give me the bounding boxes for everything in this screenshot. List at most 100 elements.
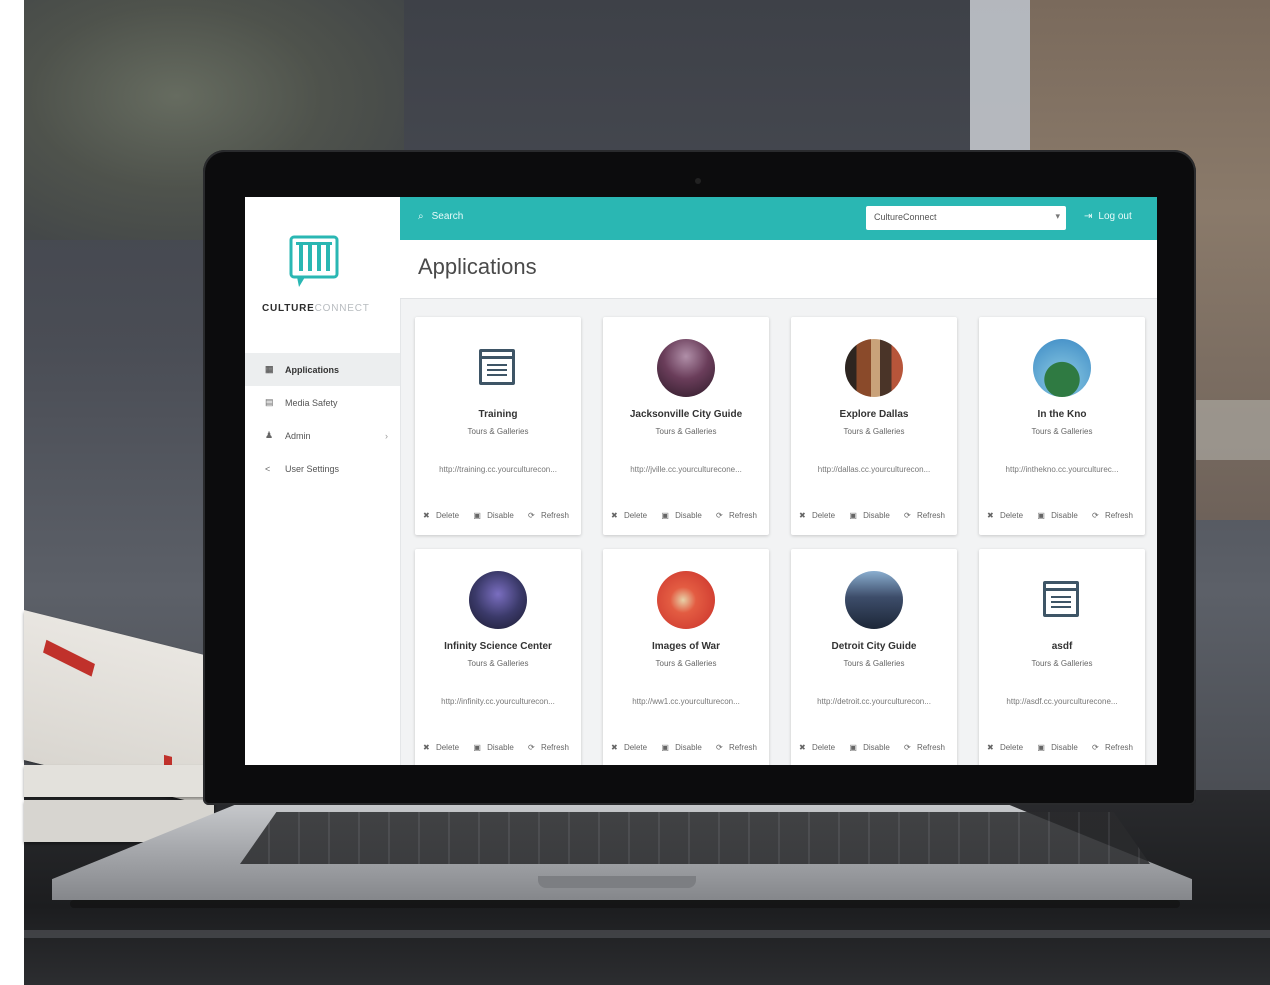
disable-button[interactable]: ▣ Disable [849,743,893,752]
app-thumbnail [845,571,903,629]
logout-button[interactable]: ⇥ Log out [1084,211,1132,222]
delete-button[interactable]: ✖ Delete [987,511,1027,520]
app-actions: ✖ Delete ▣ Disable ⟳ Refresh [603,511,769,520]
refresh-button[interactable]: ⟳ Refresh [716,743,761,752]
app-thumbnail [845,339,903,397]
sidebar-nav: ▦ Applications ▤ Media Safety ♟ Admin › … [245,353,400,485]
app-card[interactable]: Images of War Tours & Galleries http://w… [603,549,769,765]
chevron-down-icon: ▾ [1055,211,1060,221]
app-url-link[interactable]: http://detroit.cc.yourculturecon... [803,697,945,706]
app-actions: ✖ Delete ▣ Disable ⟳ Refresh [603,743,769,752]
sidebar-item-label: Applications [285,364,340,375]
app-card[interactable]: asdf Tours & Galleries http://asdf.cc.yo… [979,549,1145,765]
top-bar: ⌕ Search CultureConnect ▾ ⇥ Log out [400,197,1157,240]
disable-button[interactable]: ▣ Disable [473,743,517,752]
app-type: Tours & Galleries [655,427,717,436]
image-icon: ▤ [265,397,274,407]
refresh-button[interactable]: ⟳ Refresh [904,511,949,520]
app-title: Explore Dallas [839,409,909,420]
app-type: Tours & Galleries [843,427,905,436]
disable-button[interactable]: ▣ Disable [661,743,705,752]
disable-button[interactable]: ▣ Disable [1037,743,1081,752]
disable-button[interactable]: ▣ Disable [473,511,517,520]
search-icon: ⌕ [418,211,424,222]
search-input[interactable]: Search [432,211,464,222]
laptop-shadow [70,900,1180,908]
app-type: Tours & Galleries [1031,427,1093,436]
disable-button[interactable]: ▣ Disable [1037,511,1081,520]
chevron-right-icon: › [385,430,388,441]
delete-button[interactable]: ✖ Delete [799,511,839,520]
delete-button[interactable]: ✖ Delete [423,743,463,752]
logo-wordmark: CULTURECONNECT [262,303,370,314]
sidebar-item-label: Admin [285,430,311,441]
app-url-link[interactable]: http://asdf.cc.yourculturecone... [991,697,1133,706]
delete-button[interactable]: ✖ Delete [611,743,651,752]
laptop-keyboard [240,812,1150,864]
desk-reflection [24,930,1270,938]
sidebar-item-user-settings[interactable]: < User Settings [245,452,400,485]
app-screen: CULTURECONNECT ▦ Applications ▤ Media Sa… [245,197,1157,765]
document-icon [1043,581,1079,617]
delete-button[interactable]: ✖ Delete [611,511,651,520]
sidebar-item-admin[interactable]: ♟ Admin › [245,419,400,452]
app-type: Tours & Galleries [655,659,717,668]
logout-label: Log out [1098,211,1132,222]
organization-select-value: CultureConnect [874,212,937,222]
app-type: Tours & Galleries [1031,659,1093,668]
photo-margin [0,0,24,985]
app-url-link[interactable]: http://training.cc.yourculturecon... [427,465,569,474]
app-card[interactable]: Explore Dallas Tours & Galleries http://… [791,317,957,535]
app-url-link[interactable]: http://jville.cc.yourculturecone... [615,465,757,474]
app-url-link[interactable]: http://inthekno.cc.yourculturec... [991,465,1133,474]
app-card[interactable]: Infinity Science Center Tours & Gallerie… [415,549,581,765]
delete-button[interactable]: ✖ Delete [799,743,839,752]
sidebar-item-media-safety[interactable]: ▤ Media Safety [245,386,400,419]
app-card[interactable]: In the Kno Tours & Galleries http://inth… [979,317,1145,535]
app-card[interactable]: Training Tours & Galleries http://traini… [415,317,581,535]
document-icon [479,349,515,385]
refresh-button[interactable]: ⟳ Refresh [528,743,573,752]
sidebar-item-applications[interactable]: ▦ Applications [245,353,400,386]
refresh-button[interactable]: ⟳ Refresh [1092,743,1137,752]
laptop-notch [538,876,696,888]
app-title: Jacksonville City Guide [629,409,743,420]
app-thumbnail [1033,339,1091,397]
app-thumbnail [657,571,715,629]
webcam-icon [695,178,701,184]
app-type: Tours & Galleries [467,659,529,668]
app-title: Detroit City Guide [831,641,917,652]
app-card[interactable]: Jacksonville City Guide Tours & Gallerie… [603,317,769,535]
app-actions: ✖ Delete ▣ Disable ⟳ Refresh [415,743,581,752]
app-url-link[interactable]: http://ww1.cc.yourculturecon... [615,697,757,706]
delete-button[interactable]: ✖ Delete [423,511,463,520]
page-header: Applications [400,240,1157,299]
refresh-button[interactable]: ⟳ Refresh [1092,511,1137,520]
delete-button[interactable]: ✖ Delete [987,743,1027,752]
app-title: Infinity Science Center [444,641,552,652]
app-card[interactable]: Detroit City Guide Tours & Galleries htt… [791,549,957,765]
sidebar-item-label: Media Safety [285,397,338,408]
disable-button[interactable]: ▣ Disable [661,511,705,520]
app-actions: ✖ Delete ▣ Disable ⟳ Refresh [415,511,581,520]
logo-icon [289,235,339,287]
search-box[interactable]: ⌕ Search [418,211,463,222]
refresh-button[interactable]: ⟳ Refresh [528,511,573,520]
page-title: Applications [418,254,537,279]
share-icon: < [265,463,271,474]
user-icon: ♟ [265,430,274,440]
app-actions: ✖ Delete ▣ Disable ⟳ Refresh [791,743,957,752]
app-title: Training [478,409,518,420]
refresh-button[interactable]: ⟳ Refresh [716,511,761,520]
app-actions: ✖ Delete ▣ Disable ⟳ Refresh [791,511,957,520]
book-stack-middle [24,765,214,797]
app-thumbnail [657,339,715,397]
disable-button[interactable]: ▣ Disable [849,511,893,520]
refresh-button[interactable]: ⟳ Refresh [904,743,949,752]
app-url-link[interactable]: http://infinity.cc.yourculturecon... [427,697,569,706]
organization-select[interactable]: CultureConnect ▾ [866,206,1066,230]
app-url-link[interactable]: http://dallas.cc.yourculturecon... [803,465,945,474]
sidebar-item-label: User Settings [285,463,340,474]
app-thumbnail [469,571,527,629]
background-window [970,0,1030,160]
